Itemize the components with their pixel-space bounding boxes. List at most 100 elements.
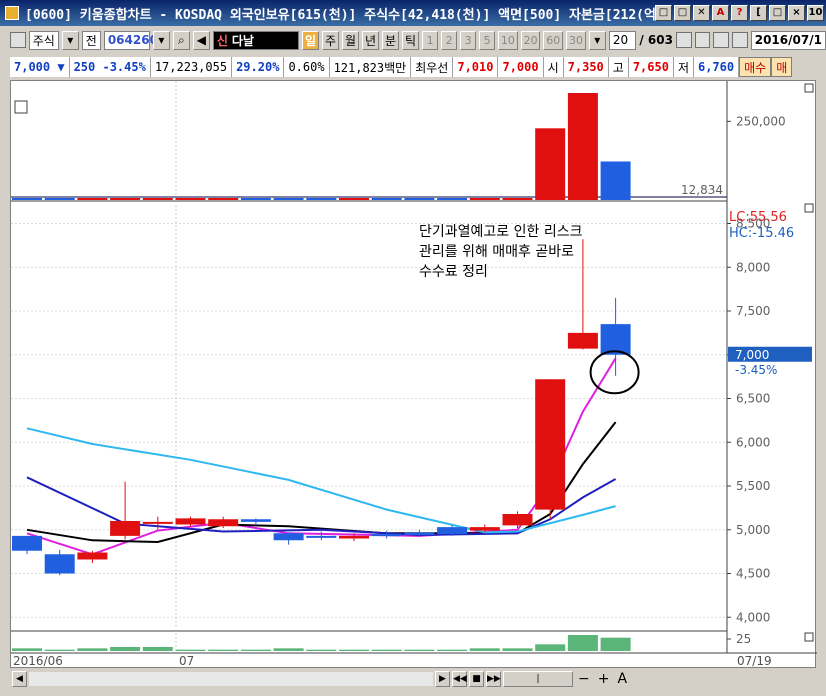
ratio-value: 0.60% <box>284 57 330 77</box>
annotation-line-3: 수수료 정리 <box>419 264 488 280</box>
volume-bar <box>502 198 533 200</box>
candle-body <box>469 527 500 531</box>
candle-body <box>371 534 402 537</box>
pin-icon[interactable] <box>10 32 26 48</box>
tick-5-button[interactable]: 5 <box>479 30 496 50</box>
zoom-slider-icon[interactable]: | <box>503 671 573 687</box>
market-dropdown-icon[interactable]: ▾ <box>61 30 79 50</box>
high-price: 7,650 <box>628 57 674 77</box>
quote-bar: 7,000 ▼ 250 -3.45% 17,223,055 29.20% 0.6… <box>10 56 826 78</box>
period-week-tab[interactable]: 주 <box>322 30 340 50</box>
period-month-tab[interactable]: 월 <box>342 30 360 50</box>
chart-scrollbar[interactable]: ◀ ▶ ◀◀ ■ ▶▶ | − + A <box>10 669 816 689</box>
indicator-bar <box>567 635 598 651</box>
price-tick-label: 7,500 <box>736 304 770 318</box>
low-price: 6,760 <box>693 57 740 77</box>
date-input[interactable]: 2016/07/1 <box>750 30 826 50</box>
chart-annotation: 단기과열예고로 인한 리스크 관리를 위해 매매후 곧바로 수수료 정리 <box>419 222 659 282</box>
stop-button[interactable]: ■ <box>469 671 484 687</box>
tick-10-button[interactable]: 10 <box>498 30 518 50</box>
indicator-bar <box>469 648 500 651</box>
indicator-bar <box>339 649 369 651</box>
tick-30-button[interactable]: 30 <box>566 30 586 50</box>
period-minute-tab[interactable]: 분 <box>382 30 400 50</box>
indicator-bar <box>502 648 533 651</box>
candle-body <box>44 554 75 574</box>
settings-icon[interactable] <box>732 32 748 48</box>
indicator-bar <box>12 648 42 651</box>
zoom-in-icon[interactable]: + <box>595 671 613 687</box>
search-icon[interactable]: ⌕ <box>172 30 190 50</box>
chart-tool-icon[interactable] <box>713 32 730 48</box>
chart-area[interactable]: 4,000 4,500 5,000 5,500 6,000 6,500 7,000 7,500… <box>10 80 817 669</box>
trade-amount: 121,823백만 <box>329 57 412 77</box>
window-button-1[interactable]: □ <box>655 5 672 21</box>
candle-body <box>535 379 566 510</box>
window-button-2[interactable]: □ <box>674 5 691 21</box>
window-button-6[interactable]: [ <box>750 5 767 21</box>
price-tick-label: 5,500 <box>736 479 770 493</box>
rewind-button[interactable]: ◀◀ <box>452 671 467 687</box>
tick-2-button[interactable]: 2 <box>441 30 458 50</box>
indicator-tick-label: 25 <box>736 632 751 646</box>
price-tick-label: 6,000 <box>736 435 770 449</box>
volume-bar <box>273 198 304 200</box>
sell-button[interactable]: 매 <box>771 57 793 77</box>
app-icon <box>5 6 19 20</box>
count-input[interactable]: 20 <box>608 30 637 50</box>
volume-bar <box>208 198 239 200</box>
price-tick-label: 4,000 <box>736 610 770 624</box>
font-button[interactable]: A <box>712 5 729 21</box>
tick-1-button[interactable]: 1 <box>422 30 439 50</box>
legend-hc: HC:-15.46 <box>729 226 794 241</box>
market-select[interactable]: 주식 <box>28 30 59 50</box>
period-tick-tab[interactable]: 틱 <box>402 30 420 50</box>
indicator-bar <box>306 649 337 651</box>
volume-panel-close-icon <box>804 83 814 93</box>
period-year-tab[interactable]: 년 <box>362 30 380 50</box>
tick-3-button[interactable]: 3 <box>460 30 477 50</box>
candle-body <box>77 552 108 560</box>
indicator-bar <box>208 649 239 651</box>
date-label: 2016/06 <box>13 654 63 668</box>
code-dropdown-icon[interactable]: ▾ <box>152 30 170 50</box>
help-button[interactable]: ? <box>731 5 748 21</box>
maximize-button[interactable]: □ <box>769 5 786 21</box>
volume-tick-label: 250,000 <box>736 114 786 128</box>
window-button-3[interactable]: ✕ <box>693 5 710 21</box>
line-tool-icon[interactable] <box>694 32 711 48</box>
open-price: 7,350 <box>563 57 609 77</box>
drawing-tool-icon[interactable] <box>675 32 692 48</box>
chart-toolbar: 주식 ▾ 전 064260 ▾ ⌕ ◀ 신 다날 일 주 월 년 분 틱 1 2… <box>0 28 826 52</box>
best-bid: 7,000 <box>498 57 544 77</box>
window-button-9[interactable]: 10 <box>807 5 824 21</box>
candle-body <box>273 533 304 541</box>
zoom-out-icon[interactable]: − <box>575 671 593 687</box>
stock-code-input[interactable]: 064260 <box>103 30 158 50</box>
period-day-tab[interactable]: 일 <box>302 30 320 50</box>
speaker-icon[interactable]: ◀ <box>192 30 210 50</box>
buy-button[interactable]: 매수 <box>739 57 772 77</box>
scroll-track[interactable] <box>29 672 433 686</box>
scroll-left-button[interactable]: ◀ <box>12 671 27 687</box>
indicator-bar <box>371 649 402 651</box>
stock-name-select[interactable]: 신 다날 <box>212 30 300 50</box>
date-label: 07 <box>179 654 194 668</box>
candle-body <box>306 535 337 538</box>
tick-20-button[interactable]: 20 <box>520 30 541 50</box>
volume-bar <box>600 161 631 200</box>
volume-bar <box>469 198 500 200</box>
tick-60-button[interactable]: 60 <box>543 30 564 50</box>
price-panel-close-icon <box>804 203 814 213</box>
forward-button[interactable]: ▶▶ <box>486 671 501 687</box>
close-button[interactable]: × <box>788 5 805 21</box>
volume-bar <box>306 198 337 200</box>
stock-chart[interactable]: 4,000 4,500 5,000 5,500 6,000 6,500 7,000 7,500… <box>11 81 817 669</box>
scroll-right-button[interactable]: ▶ <box>435 671 450 687</box>
volume-value: 17,223,055 <box>150 57 233 77</box>
tick-dropdown-icon[interactable]: ▾ <box>588 30 606 50</box>
auto-zoom-icon[interactable]: A <box>614 671 630 687</box>
best-quote-label: 최우선 <box>411 57 454 77</box>
low-label: 저 <box>673 57 694 77</box>
grid-toggle-icon <box>14 100 28 114</box>
